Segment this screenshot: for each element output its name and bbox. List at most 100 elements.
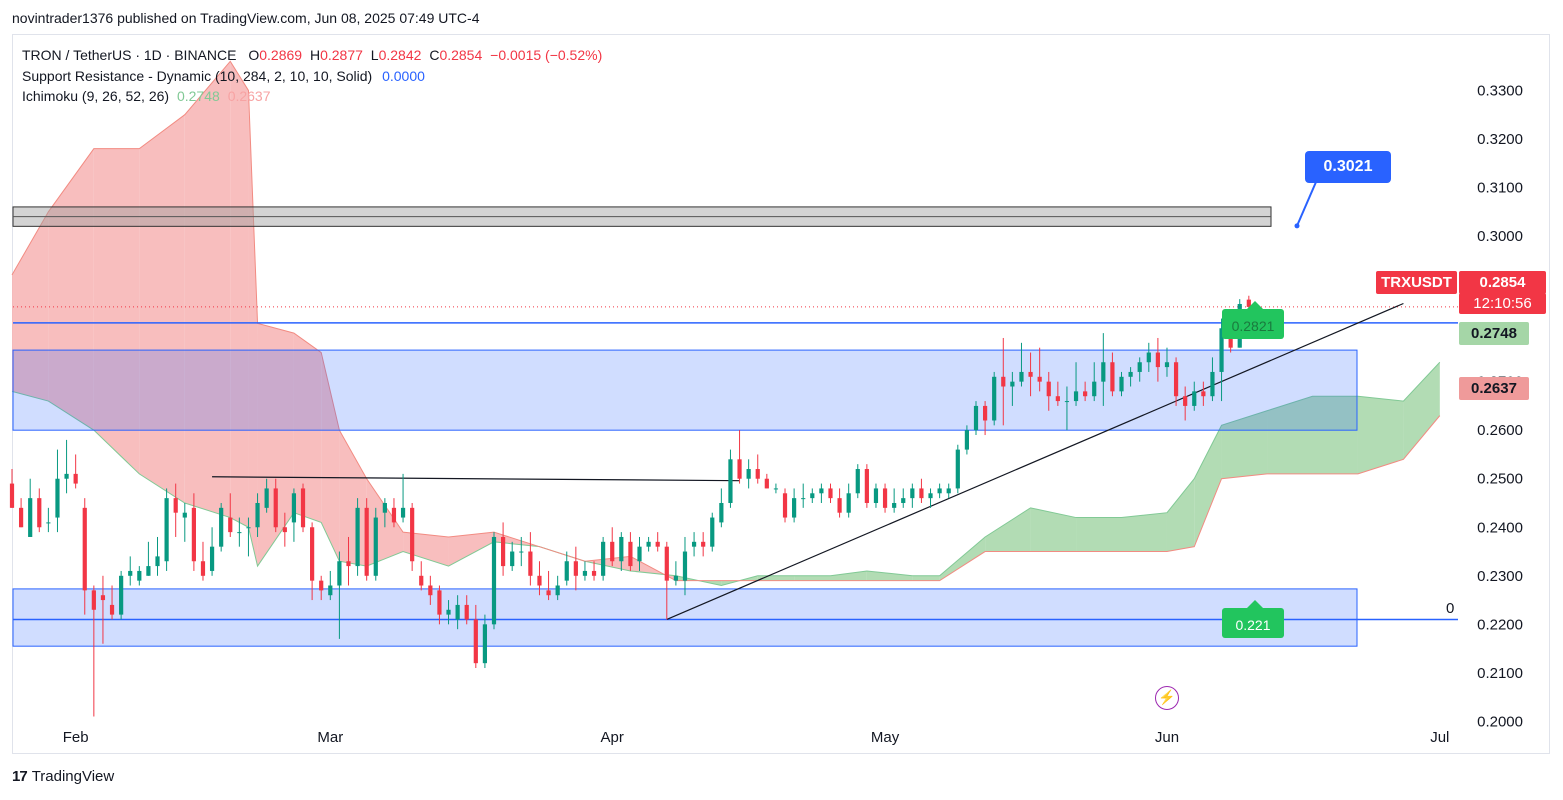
candle-body xyxy=(755,469,760,479)
candle-body xyxy=(182,512,187,518)
tradingview-logo-icon: 17 xyxy=(12,768,28,785)
target-callout-pointer xyxy=(1296,181,1317,227)
ichimoku-cloud-segment xyxy=(912,575,940,581)
ichimoku-cloud-segment xyxy=(1166,478,1195,552)
candle-body xyxy=(1064,401,1070,403)
bar-countdown-tag: 12:10:56 xyxy=(1459,293,1546,314)
candle-body xyxy=(1055,396,1060,402)
candle-body xyxy=(273,488,278,528)
y-axis-tick: 0.2000 xyxy=(1477,713,1523,730)
target-price-callout[interactable]: 0.3021 xyxy=(1305,151,1391,183)
candle-body xyxy=(109,604,115,615)
legend-ichimoku-name[interactable]: Ichimoku (9, 26, 52, 26) xyxy=(22,88,169,104)
legend-symbol[interactable]: TRON / TetherUS · 1D · BINANCE xyxy=(22,47,236,63)
candle xyxy=(755,454,760,484)
candle-body xyxy=(228,517,233,533)
candle-body xyxy=(746,469,751,479)
candle-body xyxy=(546,590,551,596)
candle-body xyxy=(946,488,951,494)
candle xyxy=(64,439,69,494)
x-axis-tick: Apr xyxy=(601,729,624,746)
candle-body xyxy=(482,624,488,664)
candle-body xyxy=(264,488,269,508)
candle xyxy=(910,483,915,508)
candle xyxy=(628,532,633,571)
y-axis-tick: 0.2300 xyxy=(1477,568,1523,585)
price-chart[interactable]: 0.33000.32000.31000.30000.29000.28000.27… xyxy=(0,0,1563,800)
legend-c-label: C xyxy=(429,47,440,63)
candle xyxy=(128,556,133,586)
candle xyxy=(491,532,497,630)
candle-body xyxy=(464,604,469,620)
legend-ohlc-row: TRON / TetherUS · 1D · BINANCE O0.2869 H… xyxy=(22,45,602,66)
legend-change: −0.0015 (−0.52%) xyxy=(490,47,603,63)
candle xyxy=(291,488,297,542)
candle xyxy=(719,488,724,528)
candle-body xyxy=(382,502,387,513)
candle-body xyxy=(164,498,169,562)
candle xyxy=(682,536,688,596)
candle-body xyxy=(519,551,524,553)
candle-body xyxy=(846,493,851,513)
candle xyxy=(610,527,615,567)
candle-body xyxy=(1092,381,1097,397)
candle xyxy=(137,566,142,586)
candle-body xyxy=(910,488,915,499)
legend-high: 0.2877 xyxy=(320,47,363,63)
ichimoku-cloud-segment xyxy=(830,570,867,581)
lower-support-label[interactable]: 0.221 xyxy=(1222,600,1284,638)
candle xyxy=(573,546,578,591)
candle-body xyxy=(291,493,297,523)
candle-body xyxy=(1110,362,1115,392)
x-axis-tick: May xyxy=(871,729,900,746)
candle-body xyxy=(455,604,460,620)
candle xyxy=(792,488,797,523)
candle xyxy=(219,502,224,552)
zero-scale-label: 0 xyxy=(1446,600,1455,617)
candle-body xyxy=(337,561,342,586)
candle-body xyxy=(837,498,842,513)
x-axis-tick: Jul xyxy=(1430,729,1449,746)
candle xyxy=(373,507,378,581)
candle xyxy=(837,488,842,518)
candle xyxy=(973,401,979,436)
candle-body xyxy=(1101,362,1106,382)
upper-support-label[interactable]: 0.2821 xyxy=(1222,301,1284,339)
candle-body xyxy=(828,488,833,499)
candle-body xyxy=(1046,381,1051,397)
candle-body xyxy=(528,551,533,576)
candle-body xyxy=(628,541,633,567)
candle-body xyxy=(100,595,106,601)
candle-body xyxy=(591,570,597,576)
candle-body xyxy=(419,575,424,586)
y-axis-tick: 0.2200 xyxy=(1477,616,1523,633)
candle-body xyxy=(928,493,933,499)
candle xyxy=(737,430,742,484)
y-axis-tick: 0.2600 xyxy=(1477,422,1523,439)
candle-body xyxy=(955,449,960,489)
brand-name: TradingView xyxy=(31,768,115,785)
candle-body xyxy=(646,541,651,547)
ichimoku-cloud-segment xyxy=(339,430,367,567)
candle xyxy=(510,541,515,571)
candle-body xyxy=(73,473,78,484)
candle xyxy=(937,483,942,499)
legend-sr-name[interactable]: Support Resistance - Dynamic (10, 284, 2… xyxy=(22,68,372,84)
candle-body xyxy=(82,507,87,591)
candle-body xyxy=(1183,396,1188,406)
lightning-icon[interactable]: ⚡ xyxy=(1155,686,1179,710)
candle-body xyxy=(300,488,306,528)
candle-body xyxy=(1192,391,1197,406)
ichimoku-cloud-segment xyxy=(1030,507,1077,552)
candle-body xyxy=(982,405,988,421)
tradingview-brand[interactable]: 17 TradingView xyxy=(12,768,114,785)
ichimoku-cloud-segment xyxy=(248,90,258,567)
candle-body xyxy=(510,551,515,567)
candle-body xyxy=(209,546,215,571)
candle xyxy=(209,527,215,576)
candle-body xyxy=(219,507,224,547)
candle xyxy=(410,502,415,571)
candle-body xyxy=(937,488,942,494)
candle-body xyxy=(610,541,615,562)
candle-body xyxy=(882,488,888,508)
